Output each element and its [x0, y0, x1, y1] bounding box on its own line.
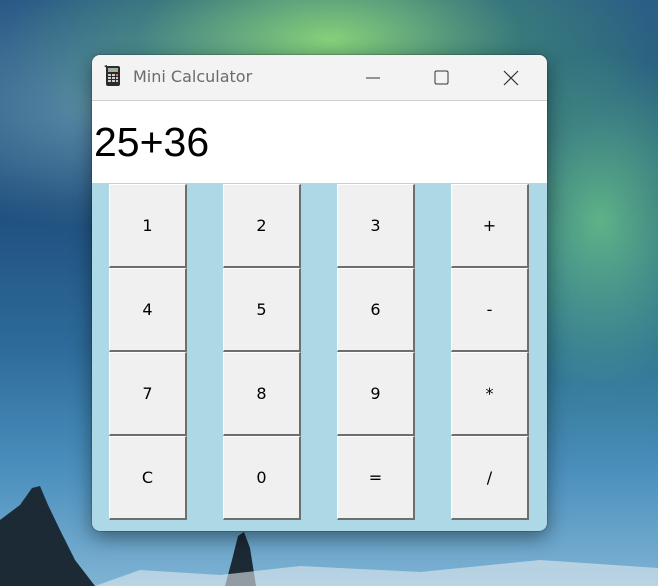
key-0[interactable]: 0 [223, 436, 301, 520]
maximize-button[interactable] [418, 55, 464, 100]
key-5[interactable]: 5 [223, 268, 301, 352]
key-9[interactable]: 9 [337, 352, 415, 436]
calculator-icon [104, 65, 120, 86]
close-button[interactable] [488, 55, 534, 100]
key-8[interactable]: 8 [223, 352, 301, 436]
key-2[interactable]: 2 [223, 184, 301, 268]
close-icon [503, 70, 519, 86]
key-1[interactable]: 1 [109, 184, 187, 268]
key-3[interactable]: 3 [337, 184, 415, 268]
title-bar[interactable]: Mini Calculator [92, 55, 547, 101]
calculator-window: Mini Calculator 1 2 3 + 4 5 6 - 7 8 9 * … [92, 55, 547, 531]
key-divide[interactable]: / [451, 436, 529, 520]
key-4[interactable]: 4 [109, 268, 187, 352]
key-plus[interactable]: + [451, 184, 529, 268]
key-multiply[interactable]: * [451, 352, 529, 436]
maximize-icon [434, 70, 449, 85]
key-7[interactable]: 7 [109, 352, 187, 436]
expression-display[interactable] [92, 101, 547, 183]
key-6[interactable]: 6 [337, 268, 415, 352]
window-title: Mini Calculator [133, 67, 253, 86]
key-equals[interactable]: = [337, 436, 415, 520]
key-minus[interactable]: - [451, 268, 529, 352]
minimize-icon [366, 77, 380, 79]
key-clear[interactable]: C [109, 436, 187, 520]
minimize-button[interactable] [350, 55, 396, 100]
